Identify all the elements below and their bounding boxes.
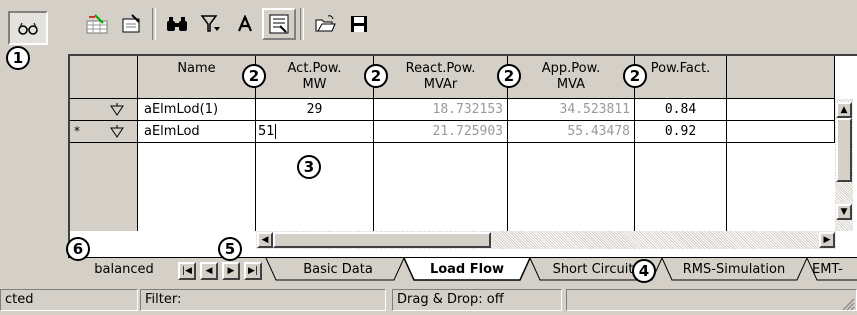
cell-name[interactable]: aElmLod: [138, 121, 256, 143]
callout-marker: 2: [242, 64, 266, 88]
cell-name[interactable]: aElmLod(1): [138, 99, 256, 121]
empty-col: [374, 143, 508, 231]
callout-marker: 2: [364, 64, 388, 88]
scroll-down-button[interactable]: ▼: [836, 204, 852, 220]
column-header-app-pow[interactable]: App.Pow. MVA: [508, 56, 635, 99]
resize-grip-icon[interactable]: [839, 295, 855, 311]
font-button[interactable]: [228, 8, 262, 40]
cell-pow-fact[interactable]: 0.92: [635, 121, 727, 143]
tab-emt[interactable]: EMT-: [812, 259, 857, 281]
edit-input-value[interactable]: 51: [258, 124, 275, 139]
scroll-up-button[interactable]: ▲: [836, 102, 852, 118]
cell-act-pow[interactable]: 29: [256, 99, 374, 121]
status-selected: cted: [0, 289, 138, 311]
text-cursor: [274, 124, 276, 139]
edit-sheet-icon: [122, 14, 140, 33]
find-button[interactable]: [160, 8, 194, 40]
find-icon: [167, 17, 187, 31]
row-header[interactable]: [70, 99, 138, 121]
detail-view-button[interactable]: [262, 8, 296, 40]
cell-app-pow: 55.43478: [508, 121, 635, 143]
callout-marker: 5: [218, 237, 242, 261]
empty-col: [508, 143, 635, 231]
tab-prev-button[interactable]: ◀: [200, 262, 218, 280]
font-icon: [237, 15, 253, 32]
scroll-right-button[interactable]: ▶: [819, 232, 835, 248]
tab-last-button[interactable]: ▶|: [244, 262, 262, 280]
column-header-empty: [727, 56, 835, 99]
callout-marker: 6: [66, 237, 90, 261]
data-grid: Name Act.Pow. MW React.Pow. MVAr App.Pow. M…: [68, 54, 857, 257]
cell-empty: [727, 99, 835, 121]
toolbar: [80, 6, 376, 42]
cell-react-pow: 18.732153: [374, 99, 508, 121]
filter-icon: [200, 15, 220, 32]
row-marker: *: [74, 124, 80, 138]
detail-view-icon: [269, 14, 289, 34]
edit-sheet-button[interactable]: [114, 8, 148, 40]
scroll-left-button[interactable]: ◀: [257, 232, 273, 248]
cell-app-pow: 34.523811: [508, 99, 635, 121]
tab-first-button[interactable]: |◀: [178, 262, 196, 280]
column-header-name[interactable]: Name: [138, 56, 256, 99]
cell-pow-fact[interactable]: 0.84: [635, 99, 727, 121]
load-symbol-icon: [110, 125, 124, 138]
tab-basic-data[interactable]: Basic Data: [282, 259, 394, 281]
toolbar-separator: [300, 8, 304, 40]
horizontal-scroll-thumb[interactable]: [273, 232, 491, 248]
column-header-react-pow[interactable]: React.Pow. MVAr: [374, 56, 508, 99]
column-header-pow-fact[interactable]: Pow.Fact.: [635, 56, 727, 99]
filter-button[interactable]: [194, 8, 228, 40]
status-filter: Filter:: [140, 289, 386, 311]
callout-marker: 2: [623, 64, 647, 88]
tab-load-flow[interactable]: Load Flow: [412, 259, 522, 281]
callout-marker: 1: [6, 46, 30, 70]
vertical-scroll-thumb[interactable]: [836, 118, 852, 182]
tab-next-button[interactable]: ▶: [222, 262, 240, 280]
callout-marker: 2: [497, 64, 521, 88]
column-header-act-pow[interactable]: Act.Pow. MW: [256, 56, 374, 99]
cell-react-pow: 21.725903: [374, 121, 508, 143]
empty-col: [138, 143, 256, 231]
edit-grid-icon: [86, 14, 108, 34]
callout-marker: 4: [632, 259, 656, 283]
load-symbol-icon: [110, 103, 124, 116]
save-button[interactable]: [342, 8, 376, 40]
row-header-corner: [70, 56, 138, 99]
save-icon: [351, 16, 367, 32]
edit-grid-button[interactable]: [80, 8, 114, 40]
open-folder-icon: [315, 15, 336, 32]
cell-empty: [727, 121, 835, 143]
callout-marker: 3: [297, 155, 321, 179]
glasses-button[interactable]: [8, 11, 48, 45]
status-drag-drop: Drag & Drop: off: [392, 289, 562, 311]
row-header[interactable]: *: [70, 121, 138, 143]
tab-rms-simulation[interactable]: RMS-Simulation: [670, 259, 798, 281]
row-header-empty: [70, 143, 138, 231]
cell-act-pow-editing[interactable]: 51: [256, 121, 374, 143]
empty-col: [635, 143, 727, 231]
toolbar-separator: [152, 8, 156, 40]
tab-balanced[interactable]: balanced: [84, 259, 164, 281]
status-extra: [566, 289, 857, 311]
glasses-icon: [18, 22, 38, 35]
open-button[interactable]: [308, 8, 342, 40]
